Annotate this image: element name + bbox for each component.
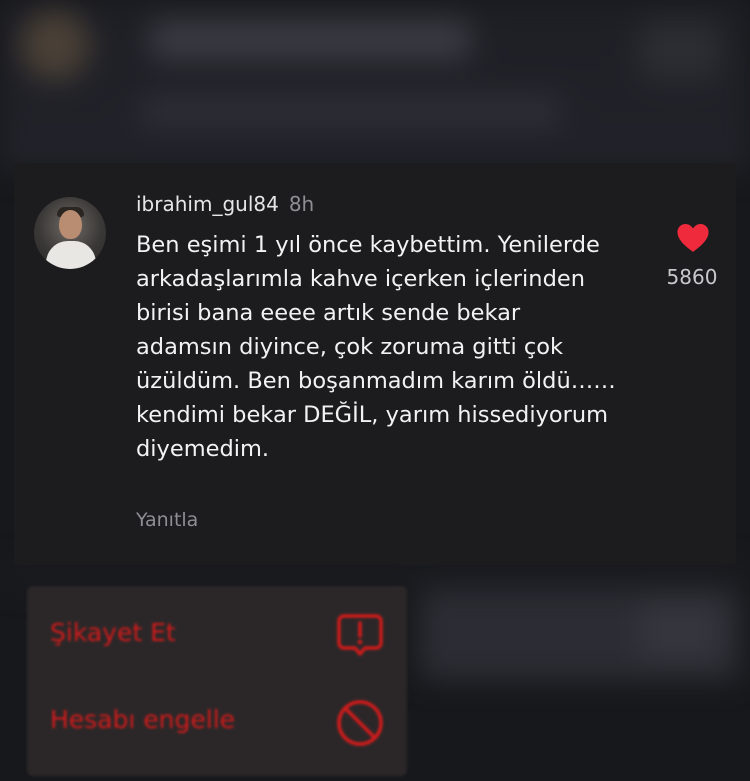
- comment-text: Ben eşimi 1 yıl önce kaybettim. Yenilerd…: [136, 232, 616, 462]
- background-avatar: [20, 10, 90, 80]
- block-label: Hesabı engelle: [50, 705, 236, 734]
- block-icon: [334, 697, 386, 749]
- background-divider: [0, 565, 750, 585]
- avatar-shirt: [46, 241, 96, 269]
- report-menu-item[interactable]: Şikayet Et: [27, 586, 407, 676]
- reply-button[interactable]: Yanıtla: [136, 509, 198, 531]
- like-count: 5860: [666, 265, 718, 289]
- report-label: Şikayet Et: [50, 618, 176, 647]
- avatar-face: [59, 210, 82, 239]
- background-content-block: [150, 20, 470, 60]
- avatar[interactable]: [34, 197, 106, 269]
- action-menu: Şikayet Et Hesabı engelle: [27, 586, 407, 776]
- screen: ibrahim_gul84 8h Ben eşimi 1 yıl önce kay…: [0, 0, 750, 781]
- username-link[interactable]: ibrahim_gul84: [136, 192, 279, 216]
- background-content-block: [140, 95, 560, 129]
- comment-card[interactable]: ibrahim_gul84 8h Ben eşimi 1 yıl önce kay…: [14, 163, 736, 565]
- timestamp: 8h: [288, 192, 315, 216]
- background-content-block: [640, 600, 720, 660]
- block-menu-item[interactable]: Hesabı engelle: [27, 678, 407, 768]
- background-content-block: [640, 20, 720, 80]
- comment-header: ibrahim_gul84 8h: [136, 192, 314, 216]
- heart-icon[interactable]: [676, 223, 710, 253]
- report-icon: [334, 609, 386, 661]
